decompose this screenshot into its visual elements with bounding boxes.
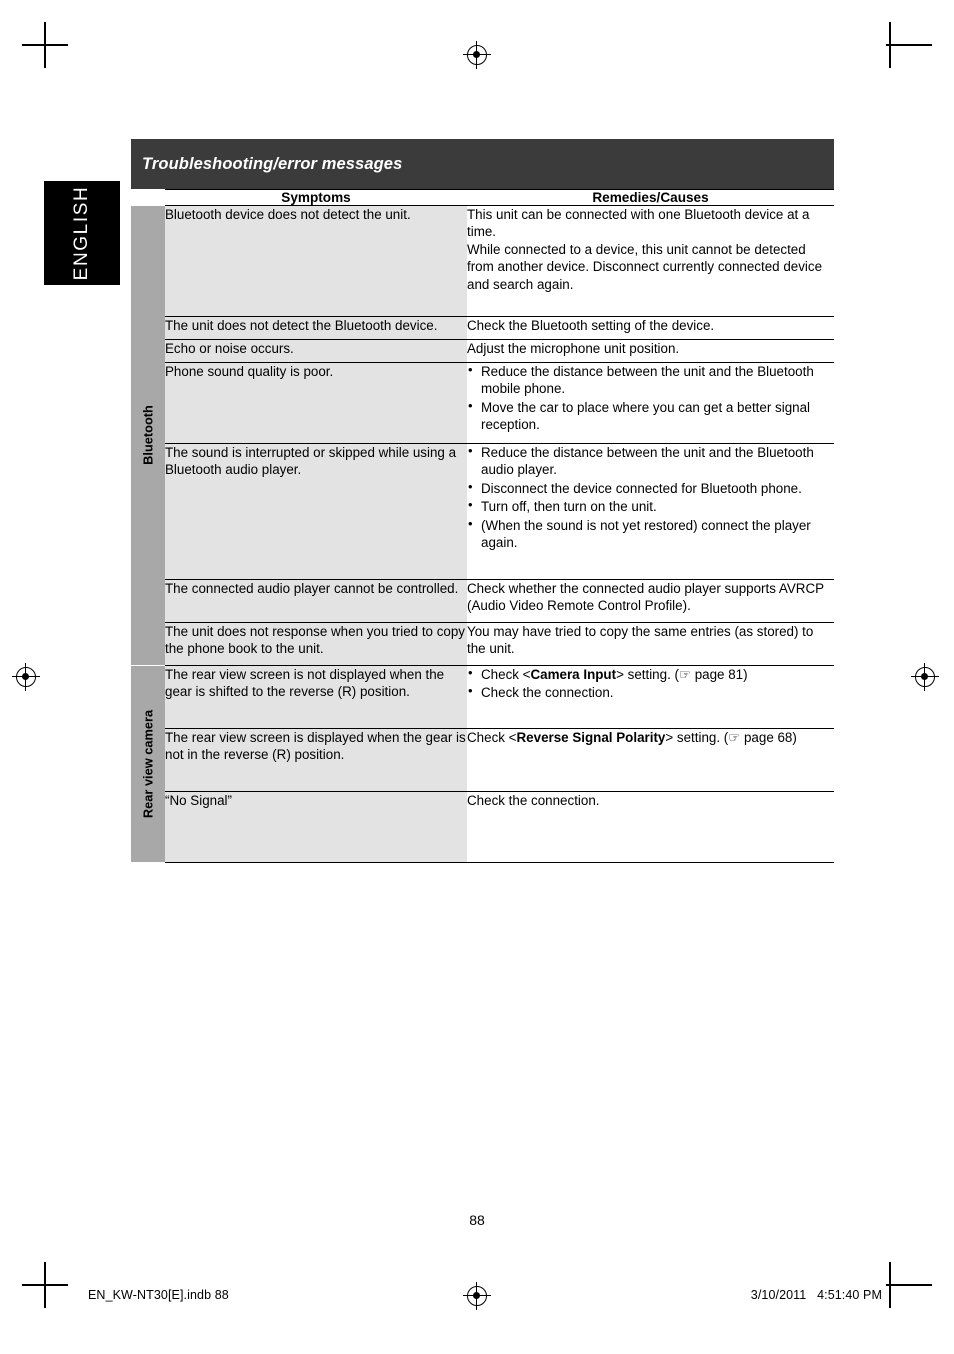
remedy-bullet: Check <Camera Input> setting. (☞ page 81…	[467, 665, 834, 683]
symptom-cell: Phone sound quality is poor.	[165, 362, 467, 444]
troubleshooting-table: Symptoms Remedies/Causes Bluetooth Bluet…	[131, 189, 834, 863]
language-tab: ENGLISH	[44, 181, 120, 285]
remedy-paragraph: While connected to a device, this unit c…	[467, 241, 823, 292]
setting-name: Camera Input	[530, 667, 617, 682]
remedy-bullet: Reduce the distance between the unit and…	[467, 443, 834, 479]
category-label-rear-view-camera: Rear view camera	[140, 709, 156, 819]
category-label-bluetooth: Bluetooth	[140, 405, 156, 466]
table-header-spacer	[131, 189, 165, 206]
remedy-cell: Check <Reverse Signal Polarity> setting.…	[467, 728, 834, 792]
table-row: The connected audio player cannot be con…	[131, 579, 834, 623]
registration-mark-right	[911, 663, 939, 691]
table-row: Phone sound quality is poor. Reduce the …	[131, 362, 834, 444]
remedy-bullet: Disconnect the device connected for Blue…	[467, 479, 834, 497]
table-row: The unit does not response when you trie…	[131, 622, 834, 666]
remedy-paragraph: Check whether the connected audio player…	[467, 581, 824, 614]
symptom-cell: “No Signal”	[165, 791, 467, 863]
symptom-cell: The rear view screen is not displayed wh…	[165, 665, 467, 729]
remedy-bullet-list: Reduce the distance between the unit and…	[467, 362, 834, 434]
remedy-cell: Reduce the distance between the unit and…	[467, 362, 834, 444]
remedy-cell: Check the connection.	[467, 791, 834, 863]
section-title: Troubleshooting/error messages	[142, 154, 403, 173]
page-number: 88	[469, 1212, 485, 1228]
registration-mark-top	[463, 41, 491, 69]
table-row: The rear view screen is displayed when t…	[131, 728, 834, 792]
symptom-cell: Bluetooth device does not detect the uni…	[165, 205, 467, 317]
symptom-cell: The connected audio player cannot be con…	[165, 579, 467, 623]
remedy-bullet-list: Reduce the distance between the unit and…	[467, 443, 834, 552]
remedy-text-pre: Check <	[467, 730, 517, 745]
remedy-cell: Check the Bluetooth setting of the devic…	[467, 316, 834, 340]
remedy-text-post: > setting. (☞ page 81)	[616, 667, 748, 682]
column-header-remedies: Remedies/Causes	[467, 189, 834, 206]
crop-mark-top-left-h	[22, 44, 68, 46]
remedy-bullet: Move the car to place where you can get …	[467, 398, 834, 434]
crop-mark-bottom-left-h	[22, 1284, 68, 1286]
symptom-cell: The rear view screen is displayed when t…	[165, 728, 467, 792]
footer-filename: EN_KW-NT30[E].indb 88	[88, 1288, 229, 1302]
remedy-paragraph: This unit can be connected with one Blue…	[467, 207, 810, 240]
remedy-cell: Adjust the microphone unit position.	[467, 339, 834, 363]
table-row: “No Signal” Check the connection.	[131, 791, 834, 863]
column-header-symptoms: Symptoms	[165, 189, 467, 206]
category-cell-bluetooth: Bluetooth	[131, 205, 165, 666]
table-row: Bluetooth Bluetooth device does not dete…	[131, 205, 834, 666]
setting-name: Reverse Signal Polarity	[516, 730, 666, 745]
remedy-paragraph: Check the Bluetooth setting of the devic…	[467, 318, 715, 333]
table-row: The sound is interrupted or skipped whil…	[131, 443, 834, 580]
footer-timestamp: 3/10/2011 4:51:40 PM	[750, 1288, 882, 1302]
remedy-paragraph: Check <Reverse Signal Polarity> setting.…	[467, 729, 834, 746]
page-content: Troubleshooting/error messages Symptoms …	[131, 139, 834, 863]
language-tab-label: ENGLISH	[71, 185, 92, 281]
remedy-bullet: (When the sound is not yet restored) con…	[467, 516, 834, 552]
category-cell-rear-view-camera: Rear view camera	[131, 665, 165, 863]
remedy-paragraph: You may have tried to copy the same entr…	[467, 624, 814, 657]
table-row: The unit does not detect the Bluetooth d…	[131, 316, 834, 340]
remedy-text-pre: Check <	[481, 667, 531, 682]
table-row: Echo or noise occurs. Adjust the microph…	[131, 339, 834, 363]
symptom-cell: Echo or noise occurs.	[165, 339, 467, 363]
symptom-cell: The unit does not detect the Bluetooth d…	[165, 316, 467, 340]
remedy-paragraph: Check the connection.	[467, 793, 600, 808]
remedy-cell: This unit can be connected with one Blue…	[467, 205, 834, 317]
remedy-cell: You may have tried to copy the same entr…	[467, 622, 834, 666]
remedy-bullet: Reduce the distance between the unit and…	[467, 362, 834, 398]
registration-mark-bottom	[463, 1282, 491, 1310]
table-header-row: Symptoms Remedies/Causes	[131, 189, 834, 206]
remedy-cell: Reduce the distance between the unit and…	[467, 443, 834, 580]
remedy-bullet: Turn off, then turn on the unit.	[467, 497, 834, 515]
remedy-paragraph: Adjust the microphone unit position.	[467, 341, 680, 356]
symptom-cell: The sound is interrupted or skipped whil…	[165, 443, 467, 580]
remedy-text-post: > setting. (☞ page 68)	[665, 730, 797, 745]
registration-mark-left	[12, 663, 40, 691]
remedy-cell: Check <Camera Input> setting. (☞ page 81…	[467, 665, 834, 729]
remedy-bullet: Check the connection.	[467, 683, 834, 701]
crop-mark-bottom-right-h	[886, 1284, 932, 1286]
crop-mark-top-right-h	[886, 44, 932, 46]
remedy-bullet-list: Check <Camera Input> setting. (☞ page 81…	[467, 665, 834, 702]
section-header: Troubleshooting/error messages	[131, 139, 834, 189]
table-row: Rear view camera The rear view screen is…	[131, 665, 834, 863]
symptom-cell: The unit does not response when you trie…	[165, 622, 467, 666]
remedy-cell: Check whether the connected audio player…	[467, 579, 834, 623]
